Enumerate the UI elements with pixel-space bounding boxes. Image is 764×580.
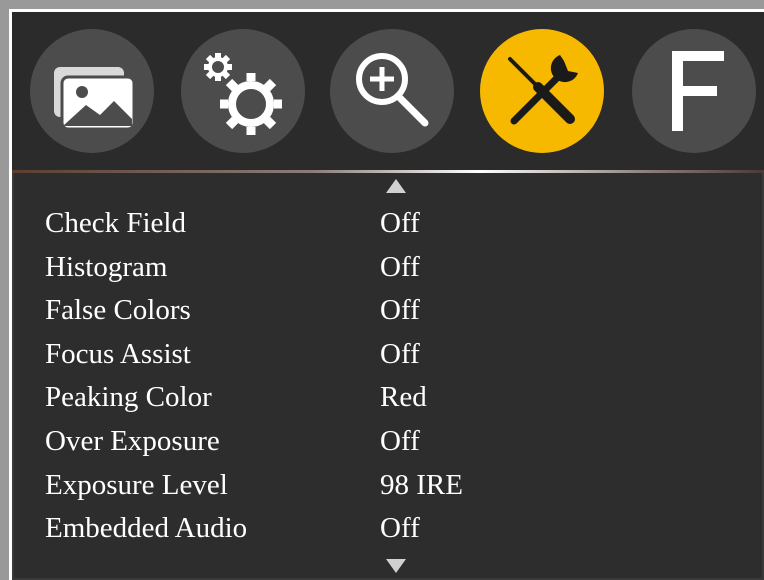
scroll-up-arrow-icon[interactable] <box>386 179 406 193</box>
tab-function[interactable] <box>632 29 756 153</box>
setting-row-exposure-level[interactable]: Exposure Level 98 IRE <box>45 464 745 508</box>
setting-value[interactable]: Red <box>380 381 427 414</box>
scroll-down-arrow-icon[interactable] <box>386 559 406 573</box>
tab-zoom[interactable] <box>330 29 454 153</box>
tab-tools[interactable] <box>480 29 604 153</box>
setting-row-embedded-audio[interactable]: Embedded Audio Off <box>45 507 745 551</box>
tools-icon <box>508 55 578 125</box>
setting-label: Peaking Color <box>45 381 212 414</box>
settings-list: Check Field Off Histogram Off False Colo… <box>45 202 745 551</box>
setting-value[interactable]: Off <box>380 512 420 545</box>
setting-label: Exposure Level <box>45 468 228 501</box>
setting-row-false-colors[interactable]: False Colors Off <box>45 289 745 333</box>
tab-settings[interactable] <box>181 29 305 153</box>
zoom-in-icon <box>356 53 429 127</box>
setting-label: Check Field <box>45 207 186 239</box>
setting-row-peaking-color[interactable]: Peaking Color Red <box>45 376 745 420</box>
setting-value[interactable]: Off <box>380 425 420 458</box>
setting-row-check-field[interactable]: Check Field Off <box>45 202 745 246</box>
setting-value[interactable]: Off <box>380 294 420 327</box>
setting-label: Embedded Audio <box>45 512 248 545</box>
setting-label: Over Exposure <box>45 424 220 457</box>
setting-label: Histogram <box>45 250 168 283</box>
setting-row-over-exposure[interactable]: Over Exposure Off <box>45 420 745 464</box>
function-icon <box>672 51 724 131</box>
setting-label: False Colors <box>45 294 191 327</box>
setting-row-focus-assist[interactable]: Focus Assist Off <box>45 333 745 377</box>
setting-value[interactable]: 98 IRE <box>380 469 463 502</box>
header-divider <box>12 170 764 173</box>
setting-value[interactable]: Off <box>380 338 420 371</box>
picture-icon <box>54 67 136 131</box>
gears-icon <box>204 53 282 135</box>
osd-menu-screen: Check Field Off Histogram Off False Colo… <box>12 12 764 580</box>
setting-value[interactable]: Off <box>380 251 420 284</box>
menu-tab-bar <box>12 12 764 172</box>
tab-picture[interactable] <box>30 29 154 153</box>
setting-label: Focus Assist <box>45 337 191 370</box>
setting-value[interactable]: Off <box>380 207 420 240</box>
setting-row-histogram[interactable]: Histogram Off <box>45 246 745 290</box>
